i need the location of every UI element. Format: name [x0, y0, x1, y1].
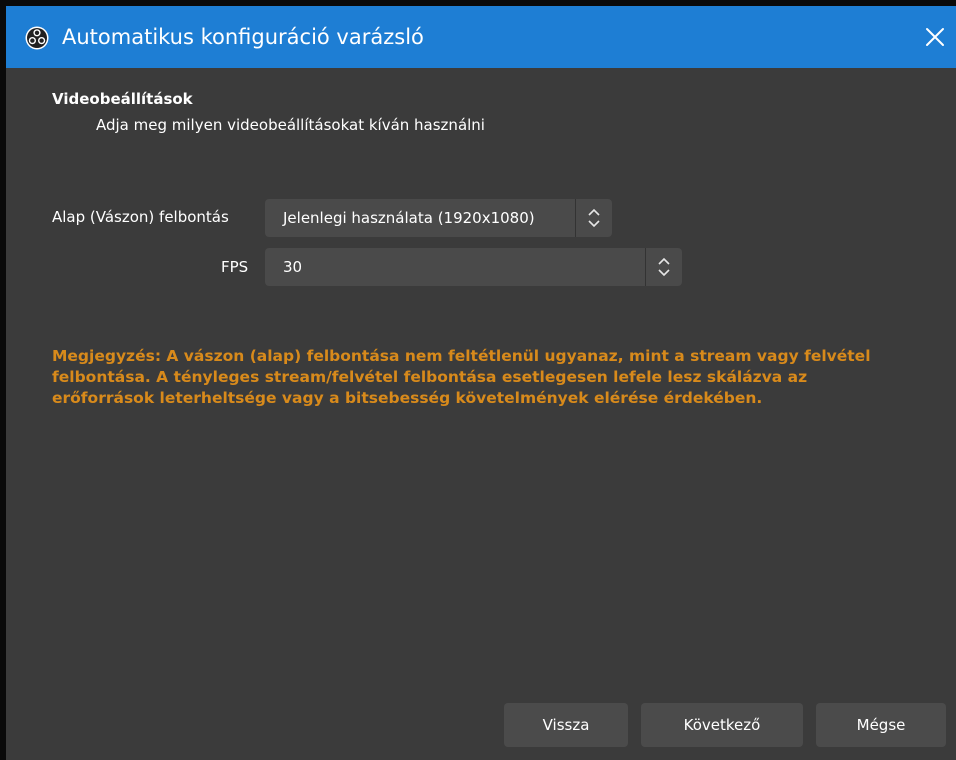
obs-logo-icon [25, 26, 49, 50]
back-button[interactable]: Vissza [504, 703, 628, 747]
wizard-window: Automatikus konfiguráció varázsló Videob… [6, 6, 956, 760]
close-icon[interactable] [920, 22, 950, 52]
fps-select[interactable]: 30 [265, 248, 682, 286]
resolution-select[interactable]: Jelenlegi használata (1920x1080) [265, 199, 612, 237]
updown-arrows-icon[interactable] [645, 248, 682, 286]
updown-arrows-icon[interactable] [575, 199, 612, 237]
next-button[interactable]: Következő [641, 703, 803, 747]
page-title: Videobeállítások [52, 90, 193, 108]
cancel-button[interactable]: Mégse [816, 703, 946, 747]
resolution-note: Megjegyzés: A vászon (alap) felbontása n… [52, 347, 871, 407]
resolution-value: Jelenlegi használata (1920x1080) [283, 209, 535, 227]
title-bar[interactable]: Automatikus konfiguráció varázsló [6, 6, 956, 68]
fps-value: 30 [283, 258, 303, 276]
page-subtitle: Adja meg milyen videobeállításokat kíván… [96, 116, 485, 134]
window-title: Automatikus konfiguráció varázsló [62, 25, 424, 49]
resolution-label: Alap (Vászon) felbontás [52, 208, 229, 226]
fps-label: FPS [221, 258, 249, 276]
